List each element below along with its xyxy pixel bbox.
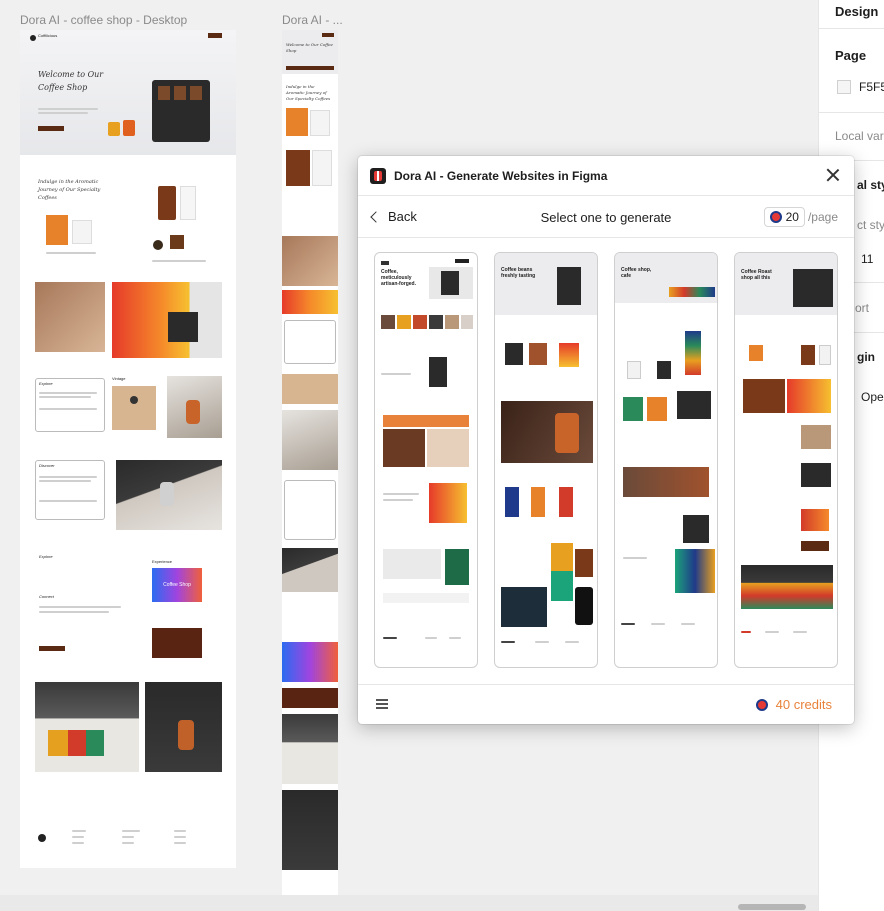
local-variables-item[interactable]: Local vari: [835, 129, 884, 143]
frame-mobile[interactable]: Welcome to Our Coffee Shop Indulge in th…: [282, 30, 338, 910]
dialog-header: Dora AI - Generate Websites in Figma: [358, 156, 854, 196]
plugin-label: gin: [857, 350, 875, 364]
cafe-photo-2: [112, 282, 222, 358]
connect-label: Connect: [39, 594, 54, 599]
dora-logo-icon: [370, 168, 386, 184]
credits-label: 40 credits: [775, 697, 832, 712]
connect-heading: Explore: [39, 554, 53, 559]
template-cards: Coffee, meticulously artisan-forged. Cof…: [374, 252, 838, 668]
page-section-label: Page: [835, 48, 867, 63]
dialog-title: Dora AI - Generate Websites in Figma: [394, 169, 608, 183]
template-card-4[interactable]: Coffee Roast shop all this: [734, 252, 838, 668]
experience-label: Experience: [152, 559, 173, 564]
template-card-1[interactable]: Coffee, meticulously artisan-forged.: [374, 252, 478, 668]
dora-plugin-dialog: Dora AI - Generate Websites in Figma Bac…: [358, 156, 854, 724]
cafe-photo-1: [35, 282, 105, 352]
explore-card: [35, 378, 105, 432]
template-card-3[interactable]: Coffee shop, cafe: [614, 252, 718, 668]
discover-label: Discover: [39, 463, 55, 468]
frame-title-desktop[interactable]: Dora AI - coffee shop - Desktop: [20, 13, 187, 27]
footer-logo-icon: [38, 834, 46, 842]
section-title: Indulge in the Aromatic Journey of Our S…: [38, 179, 101, 201]
vintage-card: [112, 386, 156, 430]
connect-button: [39, 646, 65, 651]
local-styles-label: al styl: [857, 178, 884, 192]
discover-tile: [152, 628, 202, 658]
dialog-nav: Back Select one to generate 20 /page: [358, 196, 854, 238]
template-4-hero-text: Coffee Roast shop all this: [741, 269, 772, 281]
credit-coin-icon: [755, 698, 768, 711]
hero-title: Welcome to Our Coffee Shop: [38, 70, 104, 92]
nav-cta-button: [208, 33, 222, 38]
template-3-hero-text: Coffee shop, cafe: [621, 267, 652, 279]
credits-balance[interactable]: 40 credits: [755, 697, 832, 712]
menu-icon[interactable]: [376, 699, 388, 709]
credit-coin-icon: [769, 211, 782, 223]
tab-design[interactable]: Design: [835, 4, 878, 19]
frame-desktop[interactable]: Coffilicious Welcome to Our Coffee Shop …: [20, 30, 236, 868]
price-unit: /page: [807, 210, 838, 224]
select-style-label: ct sty: [857, 218, 884, 232]
colorful-counter-photo: [35, 682, 139, 772]
explore-label: Explore: [39, 381, 53, 386]
export-label[interactable]: ort: [855, 301, 869, 315]
open-plugin-item[interactable]: Oper: [861, 390, 884, 404]
brand-name: Coffilicious: [38, 33, 58, 38]
hero-button: [38, 126, 64, 131]
price-per-page: 20 /page: [763, 207, 838, 227]
template-2-hero-text: Coffee beans freshly tasting: [501, 267, 536, 279]
page-color-value[interactable]: F5F5: [859, 80, 884, 94]
close-icon[interactable]: [824, 166, 842, 184]
logo-icon: [30, 35, 36, 41]
template-card-2[interactable]: Coffee beans freshly tasting: [494, 252, 598, 668]
dialog-footer: 40 credits: [358, 684, 854, 724]
horizontal-scrollbar-thumb[interactable]: [738, 904, 806, 910]
orange-box-image: [46, 215, 68, 245]
style-count: 11: [861, 252, 874, 266]
page-color-swatch[interactable]: [837, 80, 851, 94]
template-1-hero-text: Coffee, meticulously artisan-forged.: [381, 269, 417, 287]
horizontal-scrollbar-track[interactable]: [0, 895, 818, 911]
cup-image: [158, 186, 176, 220]
price-chip: 20: [763, 207, 805, 227]
coffee-shop-tile: Coffee Shop: [152, 568, 202, 602]
discover-card: [35, 460, 105, 520]
vintage-label: Vintage: [112, 376, 126, 381]
frame-title-mobile[interactable]: Dora AI - ...: [282, 13, 343, 27]
price-value: 20: [785, 210, 799, 224]
